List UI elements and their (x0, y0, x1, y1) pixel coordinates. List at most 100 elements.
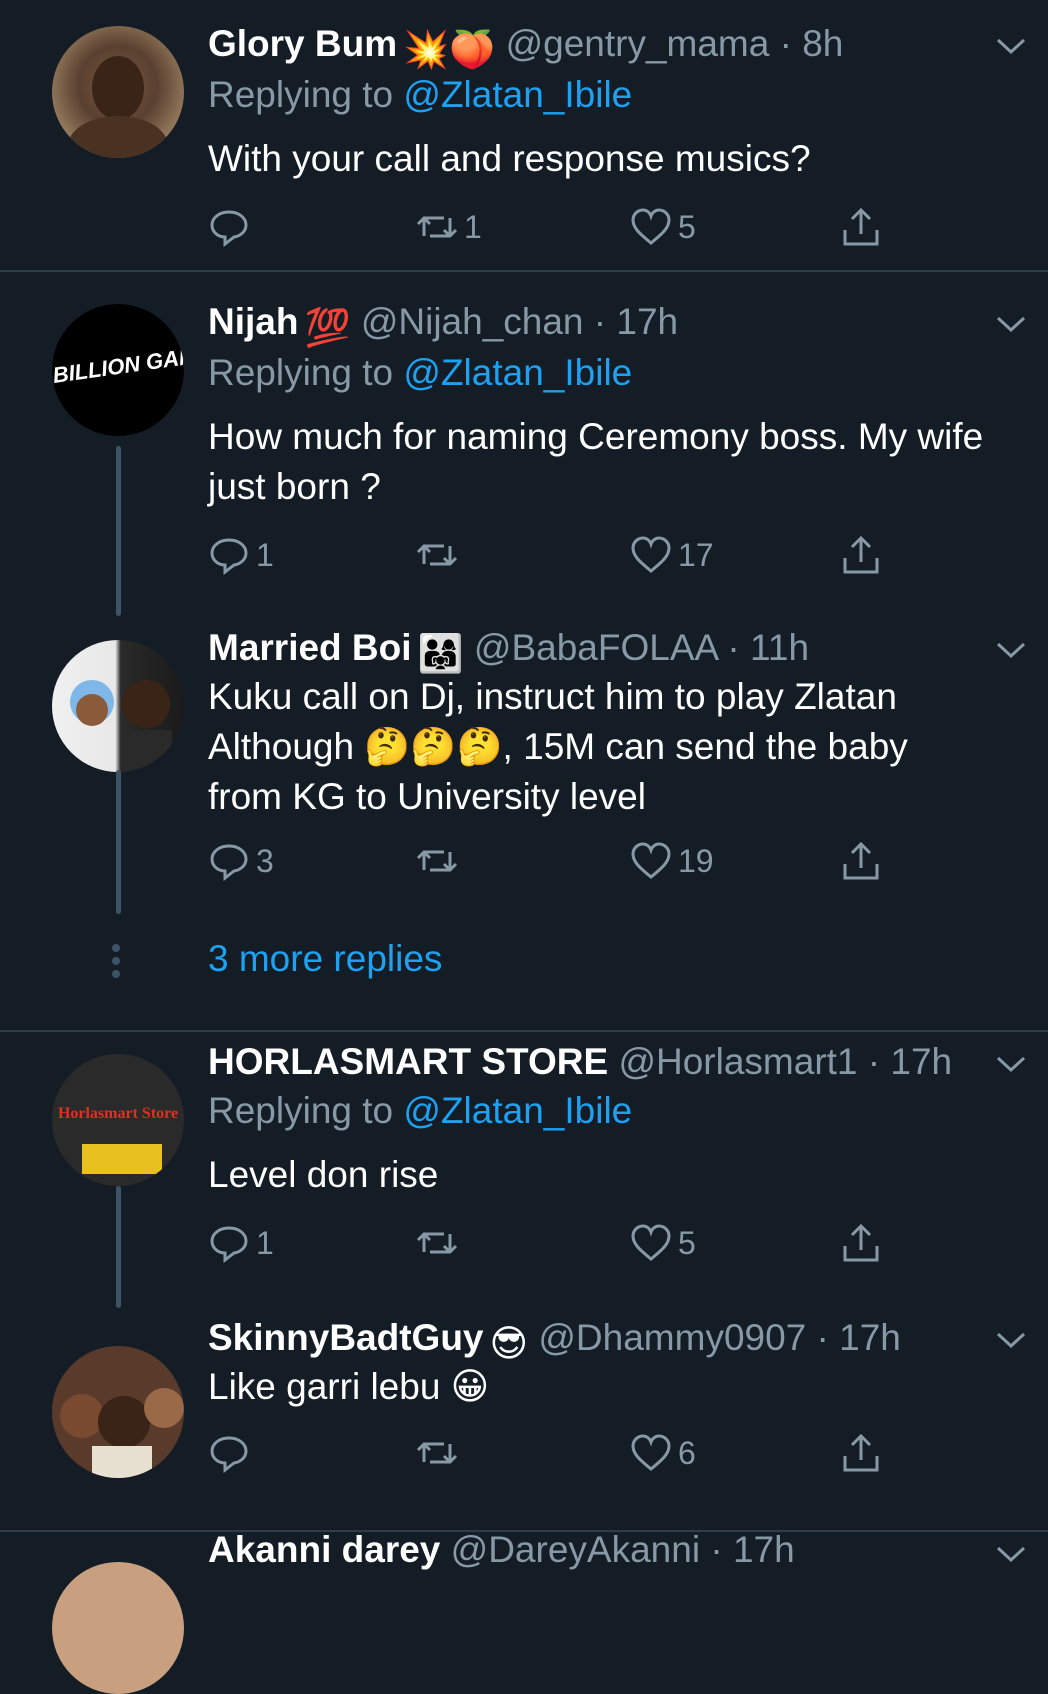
retweet-icon (416, 1232, 458, 1254)
chevron-down-icon[interactable] (994, 1052, 1028, 1076)
like-count: 6 (678, 1434, 696, 1471)
tweet-actions: 1 5 (208, 202, 908, 252)
tweet-time[interactable]: 11h (750, 627, 809, 668)
avatar-logo-text: 30 BILLION GANG (52, 341, 184, 392)
tweet-nijah[interactable]: 30 BILLION GANG Nijah💯 @Nijah_chan · 17h… (0, 282, 1048, 616)
reply-button[interactable] (208, 1428, 256, 1478)
replying-to: Replying to @Zlatan_Ibile (208, 352, 632, 394)
dot-separator: · (717, 627, 751, 668)
tweet-glory-bum[interactable]: Glory Bum 💥🍑 @gentry_mama · 8h Replying t… (0, 0, 1048, 272)
tweet-header: Glory Bum 💥🍑 @gentry_mama · 8h (208, 22, 843, 72)
like-count: 5 (678, 1224, 696, 1261)
share-button[interactable] (840, 1218, 882, 1268)
tweet-time[interactable]: 8h (802, 23, 843, 64)
replying-to-link[interactable]: @Zlatan_Ibile (403, 1090, 632, 1131)
display-name[interactable]: Married Boi (208, 627, 412, 668)
tweet-time[interactable]: 17h (733, 1529, 795, 1570)
heart-icon (631, 842, 671, 879)
replying-prefix: Replying to (208, 1090, 404, 1131)
like-button[interactable]: 17 (630, 530, 714, 580)
share-button[interactable] (840, 530, 882, 580)
like-button[interactable]: 5 (630, 1218, 696, 1268)
reply-icon (210, 1226, 248, 1264)
tweet-actions: 1 17 (208, 530, 908, 580)
user-handle[interactable]: @gentry_mama (506, 23, 770, 64)
tweet-time[interactable]: 17h (839, 1317, 901, 1358)
chevron-down-icon[interactable] (994, 638, 1028, 662)
tweet-horlasmart[interactable]: Horlasmart Store HORLASMART STORE @Horla… (0, 1040, 1048, 1340)
display-name[interactable]: Glory Bum (208, 23, 397, 64)
chevron-down-icon[interactable] (994, 1542, 1028, 1566)
replying-to: Replying to @Zlatan_Ibile (208, 74, 632, 116)
reply-count: 1 (256, 1224, 274, 1261)
heart-icon (631, 536, 671, 573)
tweet-text: How much for naming Ceremony boss. My wi… (208, 416, 984, 507)
reply-icon (210, 844, 248, 882)
retweet-button[interactable] (416, 1428, 464, 1478)
chevron-down-icon[interactable] (994, 1328, 1028, 1352)
avatar[interactable] (52, 640, 184, 772)
reply-count: 3 (256, 842, 274, 879)
share-button[interactable] (840, 1428, 882, 1478)
retweet-icon (416, 544, 458, 566)
tweet-skinnybadtguy[interactable]: SkinnyBadtGuy 😎 @Dhammy0907 · 17h Like ga… (0, 1316, 1048, 1526)
avatar-logo-text: Horlasmart Store (58, 1105, 178, 1122)
chevron-down-icon[interactable] (994, 34, 1028, 58)
share-icon (843, 207, 879, 246)
avatar[interactable] (52, 1346, 184, 1478)
more-replies-link[interactable]: 3 more replies (208, 938, 442, 980)
more-replies-dots (112, 944, 122, 983)
retweet-count: 1 (464, 208, 482, 245)
reply-button[interactable]: 1 (208, 530, 274, 580)
divider (0, 270, 1048, 272)
display-name[interactable]: HORLASMART STORE (208, 1041, 608, 1082)
chevron-down-icon[interactable] (994, 312, 1028, 336)
tweet-text: Like garri lebu 😀 (208, 1366, 490, 1407)
tweet-actions: 1 5 (208, 1218, 908, 1268)
tweet-text: Level don rise (208, 1154, 439, 1195)
like-button[interactable]: 6 (630, 1428, 696, 1478)
thread-line (116, 1186, 121, 1308)
avatar[interactable]: Horlasmart Store (52, 1054, 184, 1186)
avatar[interactable] (52, 1562, 184, 1694)
like-button[interactable]: 19 (630, 836, 714, 886)
reply-button[interactable]: 1 (208, 1218, 274, 1268)
share-button[interactable] (840, 202, 882, 252)
tweet-header: Married Boi 👨‍👩‍👧 @BabaFOLAA · 11h (208, 626, 809, 676)
reply-button[interactable]: 3 (208, 836, 274, 886)
tweet-akanni-darey[interactable]: Akanni darey @DareyAkanni · 17h (0, 1529, 1048, 1694)
user-handle[interactable]: @DareyAkanni (451, 1529, 700, 1570)
like-button[interactable]: 5 (630, 202, 696, 252)
user-handle[interactable]: @BabaFOLAA (474, 627, 717, 668)
heart-icon (631, 208, 671, 245)
retweet-button[interactable] (416, 530, 464, 580)
tweet-header: Akanni darey @DareyAkanni · 17h (208, 1528, 795, 1572)
like-count: 17 (678, 536, 714, 573)
retweet-button[interactable] (416, 1218, 464, 1268)
dot-separator: · (769, 23, 803, 64)
reply-button[interactable] (208, 202, 256, 252)
tweet-time[interactable]: 17h (616, 301, 678, 342)
user-handle[interactable]: @Dhammy0907 (538, 1317, 806, 1358)
display-name[interactable]: Nijah (208, 301, 298, 342)
tweet-married-boi[interactable]: Married Boi 👨‍👩‍👧 @BabaFOLAA · 11h Kuku c… (0, 620, 1048, 930)
tweet-time[interactable]: 17h (890, 1041, 952, 1082)
reply-count: 1 (256, 536, 274, 573)
replying-to-link[interactable]: @Zlatan_Ibile (403, 352, 632, 393)
avatar[interactable]: 30 BILLION GANG (52, 304, 184, 436)
share-icon (843, 1223, 879, 1262)
share-icon (843, 535, 879, 574)
retweet-button[interactable]: 1 (416, 202, 482, 252)
retweet-icon (416, 850, 458, 872)
share-button[interactable] (840, 836, 882, 886)
user-handle[interactable]: @Horlasmart1 (618, 1041, 857, 1082)
replying-to-link[interactable]: @Zlatan_Ibile (403, 74, 632, 115)
name-emoji: 😎 (489, 1323, 529, 1364)
retweet-button[interactable] (416, 836, 464, 886)
user-handle[interactable]: @Nijah_chan (361, 301, 584, 342)
thread-line (116, 446, 121, 616)
tweet-text: Kuku call on Dj, instruct him to play Zl… (208, 672, 1008, 822)
avatar[interactable] (52, 26, 184, 158)
display-name[interactable]: Akanni darey (208, 1529, 440, 1570)
display-name[interactable]: SkinnyBadtGuy (208, 1317, 484, 1358)
